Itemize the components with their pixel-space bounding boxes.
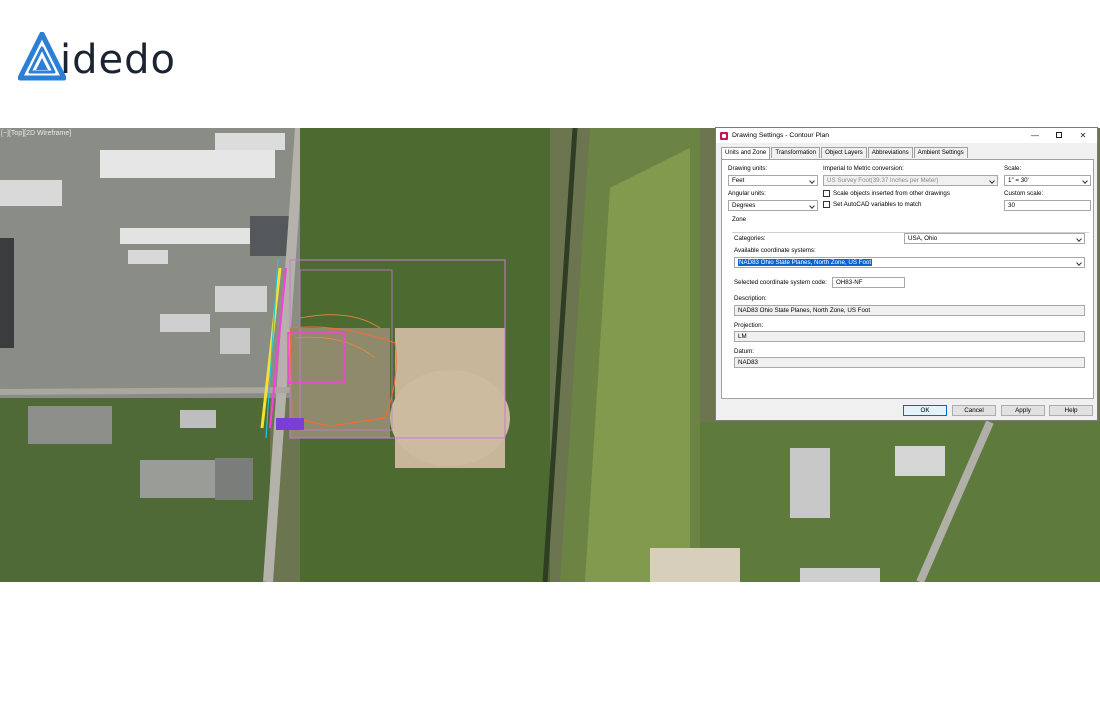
angular-units-select[interactable]: Degrees — [728, 200, 818, 211]
selected-code-label: Selected coordinate system code: — [734, 279, 827, 286]
imperial-metric-label: Imperial to Metric conversion: — [823, 165, 904, 172]
datum-field: NAD83 — [734, 357, 1085, 368]
available-systems-value: NAD83 Ohio State Planes, North Zone, US … — [738, 259, 873, 266]
zone-group-label: Zone — [732, 216, 747, 223]
projection-field: LM — [734, 331, 1085, 342]
scale-objects-label: Scale objects inserted from other drawin… — [833, 190, 950, 197]
scale-select[interactable]: 1" = 30' — [1004, 175, 1091, 186]
ok-button[interactable]: OK — [903, 405, 947, 416]
apply-button[interactable]: Apply — [1001, 405, 1045, 416]
maximize-icon — [1056, 132, 1062, 138]
close-button[interactable]: ✕ — [1071, 128, 1095, 142]
scale-objects-checkbox[interactable] — [823, 190, 830, 197]
imperial-metric-select[interactable]: US Survey Foot(39.37 Inches per Meter) — [823, 175, 998, 186]
selected-code-input[interactable]: OH83-NF — [832, 277, 905, 288]
drawing-units-label: Drawing units: — [728, 165, 768, 172]
help-button[interactable]: Help — [1049, 405, 1093, 416]
maximize-button[interactable] — [1047, 128, 1071, 142]
custom-scale-input[interactable]: 30 — [1004, 200, 1091, 211]
zone-group: Categories: USA, Ohio Available coordina… — [732, 232, 1089, 392]
drawing-settings-icon — [720, 131, 728, 140]
tab-abbreviations[interactable]: Abbreviations — [867, 147, 913, 158]
description-field: NAD83 Ohio State Planes, North Zone, US … — [734, 305, 1085, 316]
page: idedo [−][Top][2D Wireframe] Drawing Set… — [0, 0, 1100, 710]
datum-label: Datum: — [734, 348, 754, 355]
categories-label: Categories: — [734, 235, 766, 242]
drawing-units-select[interactable]: Feet — [728, 175, 818, 186]
dialog-tabs: Units and Zone Transformation Object Lay… — [721, 147, 1097, 159]
available-systems-label: Available coordinate systems: — [734, 247, 816, 254]
projection-label: Projection: — [734, 322, 764, 329]
dialog-title: Drawing Settings - Contour Plan — [732, 132, 830, 139]
viewport-label[interactable]: [−][Top][2D Wireframe] — [1, 130, 71, 137]
set-autocad-checkbox[interactable] — [823, 201, 830, 208]
aidedo-logo: idedo — [18, 30, 198, 82]
tab-transformation[interactable]: Transformation — [771, 147, 821, 158]
minimize-button[interactable]: — — [1023, 128, 1047, 142]
categories-select[interactable]: USA, Ohio — [904, 233, 1085, 244]
logo-text: idedo — [60, 37, 176, 83]
angular-units-label: Angular units: — [728, 190, 766, 197]
tab-units-and-zone[interactable]: Units and Zone — [721, 147, 771, 159]
units-and-zone-panel: Drawing units: Imperial to Metric conver… — [721, 159, 1094, 399]
dialog-titlebar[interactable]: Drawing Settings - Contour Plan — ✕ — [716, 128, 1097, 143]
available-systems-select[interactable]: NAD83 Ohio State Planes, North Zone, US … — [734, 257, 1085, 268]
aidedo-triangle-logo-icon — [18, 32, 66, 81]
cancel-button[interactable]: Cancel — [952, 405, 996, 416]
drawing-settings-dialog: Drawing Settings - Contour Plan — ✕ Unit… — [715, 127, 1098, 421]
description-label: Description: — [734, 295, 767, 302]
set-autocad-label: Set AutoCAD variables to match — [833, 201, 922, 208]
scale-label: Scale: — [1004, 165, 1022, 172]
custom-scale-label: Custom scale: — [1004, 190, 1044, 197]
tab-ambient-settings[interactable]: Ambient Settings — [913, 147, 968, 158]
tab-object-layers[interactable]: Object Layers — [821, 147, 867, 158]
